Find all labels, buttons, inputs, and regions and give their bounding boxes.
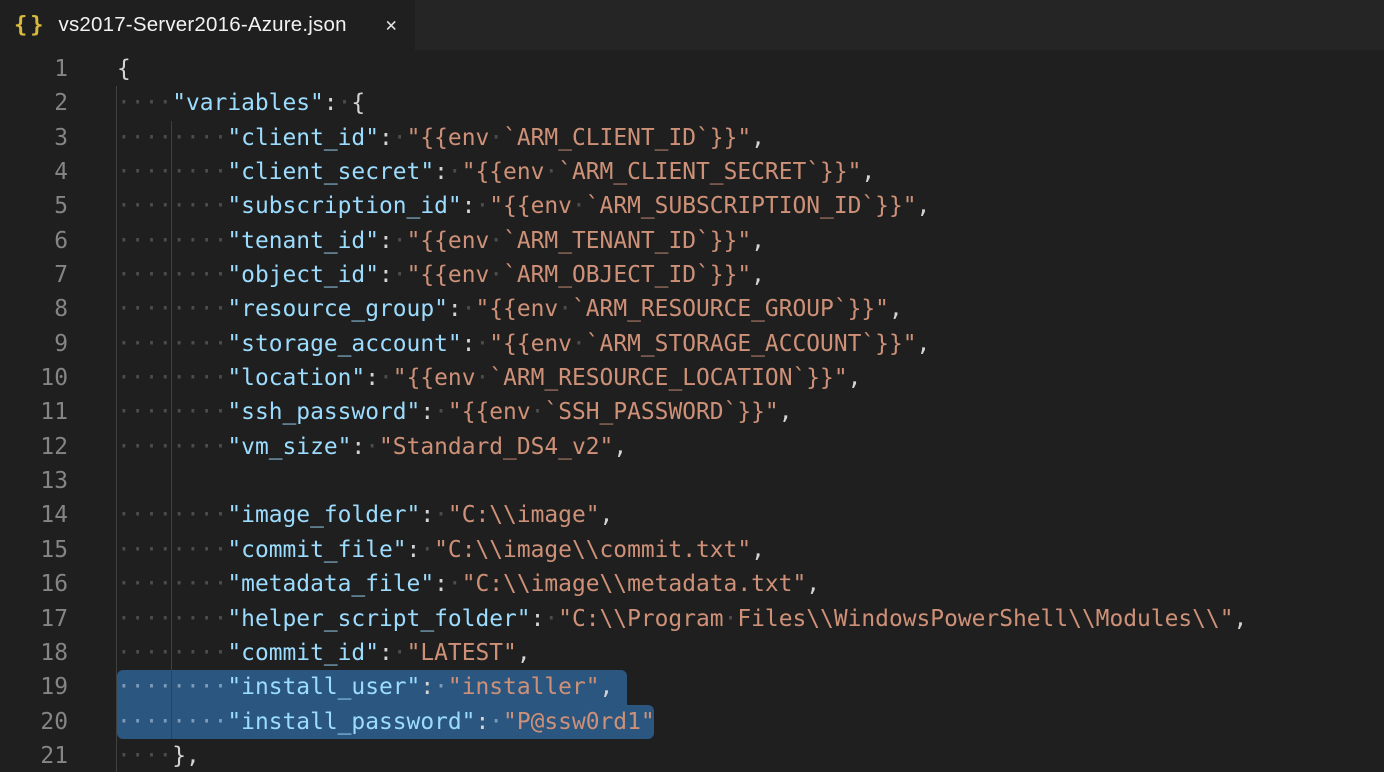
code-line[interactable]: 5 ········"subscription_id":·"{{env·`ARM_… [0,189,1384,223]
code-line-content: ········"commit_file":·"C:\\image\\commi… [117,533,1384,567]
code-line[interactable]: 20 ········"install_password":·"P@ssw0rd1… [0,705,1384,739]
code-line-content: ········"helper_script_folder":·"C:\\Pro… [117,602,1384,636]
code-line-content: ········"client_id":·"{{env·`ARM_CLIENT_… [117,121,1384,155]
code-line-content: ········"tenant_id":·"{{env·`ARM_TENANT_… [117,224,1384,258]
code-line-content: ········"vm_size":·"Standard_DS4_v2", [117,430,1384,464]
code-line[interactable]: 14 ········"image_folder":·"C:\\image", [0,498,1384,532]
line-number[interactable]: 5 [0,189,68,223]
line-number[interactable]: 12 [0,430,68,464]
code-line[interactable]: 18 ········"commit_id":·"LATEST", [0,636,1384,670]
code-tokens: ········"install_password":·"P@ssw0rd1" [117,705,655,739]
line-number[interactable]: 10 [0,361,68,395]
line-number[interactable]: 20 [0,705,68,739]
code-line[interactable]: 19 ········"install_user":·"installer", [0,670,1384,704]
code-line[interactable]: 13 [0,464,1384,498]
code-line[interactable]: 21 ····}, [0,739,1384,772]
code-line-content [117,464,1384,498]
line-number[interactable]: 7 [0,258,68,292]
line-number[interactable]: 4 [0,155,68,189]
code-line[interactable]: 6 ········"tenant_id":·"{{env·`ARM_TENANT… [0,224,1384,258]
code-tokens: ········"vm_size":·"Standard_DS4_v2", [117,430,627,464]
code-line[interactable]: 3 ········"client_id":·"{{env·`ARM_CLIENT… [0,121,1384,155]
line-number[interactable]: 13 [0,464,68,498]
code-tokens: ········"helper_script_folder":·"C:\\Pro… [117,602,1247,636]
code-tokens: ········"storage_account":·"{{env·`ARM_S… [117,327,930,361]
line-number[interactable]: 1 [0,52,68,86]
code-tokens: ········"client_id":·"{{env·`ARM_CLIENT_… [117,121,765,155]
code-line[interactable]: 10 ········"location":·"{{env·`ARM_RESOUR… [0,361,1384,395]
line-number[interactable]: 21 [0,739,68,772]
code-line[interactable]: 15 ········"commit_file":·"C:\\image\\com… [0,533,1384,567]
code-tokens: ········"location":·"{{env·`ARM_RESOURCE… [117,361,861,395]
line-number[interactable]: 2 [0,86,68,120]
code-line-content: ········"commit_id":·"LATEST", [117,636,1384,670]
tab-close-icon[interactable]: ✕ [386,16,397,35]
code-tokens: ····"variables":·{ [117,86,365,120]
line-number[interactable]: 14 [0,498,68,532]
line-number[interactable]: 19 [0,670,68,704]
code-line-content: ········"install_password":·"P@ssw0rd1" [117,705,1384,739]
line-number[interactable]: 18 [0,636,68,670]
code-line[interactable]: 16 ········"metadata_file":·"C:\\image\\m… [0,567,1384,601]
indent-guide [116,464,117,498]
line-number[interactable]: 17 [0,602,68,636]
code-tokens: ········"image_folder":·"C:\\image", [117,498,613,532]
code-line[interactable]: 11 ········"ssh_password":·"{{env·`SSH_PA… [0,395,1384,429]
tab-title: vs2017-Server2016-Azure.json [59,13,372,37]
code-line-content: ········"resource_group":·"{{env·`ARM_RE… [117,292,1384,326]
line-number[interactable]: 11 [0,395,68,429]
code-line-content: ········"install_user":·"installer", [117,670,1384,704]
code-line[interactable]: 9 ········"storage_account":·"{{env·`ARM_… [0,327,1384,361]
code-tokens: ········"object_id":·"{{env·`ARM_OBJECT_… [117,258,765,292]
code-tokens: { [117,52,131,86]
code-line-content: ········"ssh_password":·"{{env·`SSH_PASS… [117,395,1384,429]
code-line-content: ········"storage_account":·"{{env·`ARM_S… [117,327,1384,361]
code-line-content: ····}, [117,739,1384,772]
line-number[interactable]: 6 [0,224,68,258]
line-number[interactable]: 15 [0,533,68,567]
code-line-content: { [117,52,1384,86]
code-tokens: ········"install_user":·"installer", [117,670,613,704]
indent-guide [171,464,172,498]
code-line-content: ········"object_id":·"{{env·`ARM_OBJECT_… [117,258,1384,292]
code-tokens: ········"subscription_id":·"{{env·`ARM_S… [117,189,930,223]
editor-window: {} vs2017-Server2016-Azure.json ✕ 1{2···… [0,0,1384,772]
code-tokens: ········"client_secret":·"{{env·`ARM_CLI… [117,155,875,189]
code-tokens: ········"resource_group":·"{{env·`ARM_RE… [117,292,903,326]
code-editor[interactable]: 1{2····"variables":·{3········"client_id… [0,50,1384,772]
code-line-content: ········"location":·"{{env·`ARM_RESOURCE… [117,361,1384,395]
code-tokens: ········"commit_file":·"C:\\image\\commi… [117,533,765,567]
line-number[interactable]: 8 [0,292,68,326]
code-line[interactable]: 7 ········"object_id":·"{{env·`ARM_OBJECT… [0,258,1384,292]
code-line[interactable]: 4 ········"client_secret":·"{{env·`ARM_CL… [0,155,1384,189]
json-file-icon: {} [14,13,47,38]
code-line[interactable]: 2 ····"variables":·{ [0,86,1384,120]
tab-bar: {} vs2017-Server2016-Azure.json ✕ [0,0,1384,50]
tab-json-file[interactable]: {} vs2017-Server2016-Azure.json ✕ [0,0,415,50]
code-line-content: ········"image_folder":·"C:\\image", [117,498,1384,532]
code-line-content: ········"subscription_id":·"{{env·`ARM_S… [117,189,1384,223]
code-line-content: ····"variables":·{ [117,86,1384,120]
line-number[interactable]: 3 [0,121,68,155]
code-tokens: ········"metadata_file":·"C:\\image\\met… [117,567,820,601]
code-tokens: ········"tenant_id":·"{{env·`ARM_TENANT_… [117,224,765,258]
line-number[interactable]: 9 [0,327,68,361]
code-tokens: ····}, [117,739,200,772]
code-tokens: ········"commit_id":·"LATEST", [117,636,531,670]
line-number[interactable]: 16 [0,567,68,601]
code-line-content: ········"client_secret":·"{{env·`ARM_CLI… [117,155,1384,189]
code-tokens: ········"ssh_password":·"{{env·`SSH_PASS… [117,395,793,429]
code-line[interactable]: 1{ [0,52,1384,86]
code-line[interactable]: 12 ········"vm_size":·"Standard_DS4_v2", [0,430,1384,464]
code-line-content: ········"metadata_file":·"C:\\image\\met… [117,567,1384,601]
code-line[interactable]: 8 ········"resource_group":·"{{env·`ARM_R… [0,292,1384,326]
code-line[interactable]: 17 ········"helper_script_folder":·"C:\\P… [0,602,1384,636]
